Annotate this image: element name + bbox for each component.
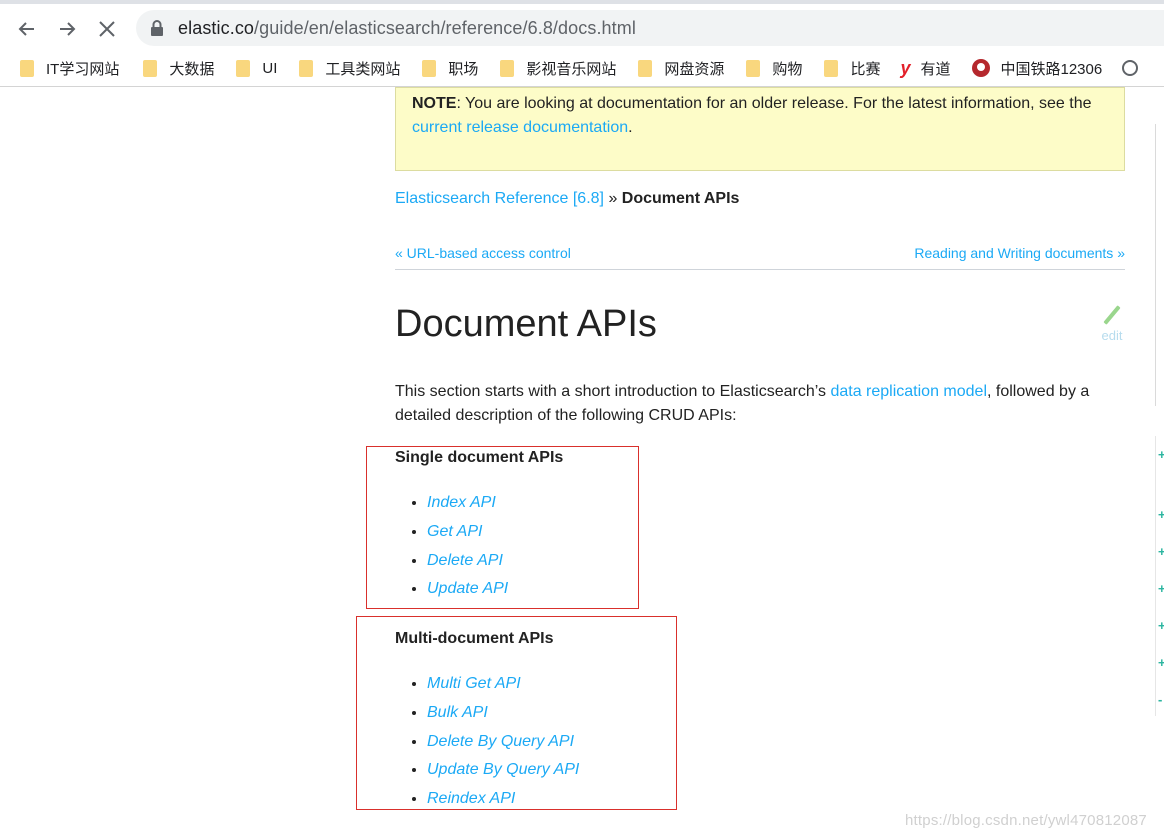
list-item: Delete API [427,547,508,576]
edit-label: edit [1101,328,1123,343]
folder-icon [824,59,839,77]
list-item: Multi Get API [427,670,579,699]
browser-toolbar: elastic.co/guide/en/elasticsearch/refere… [0,0,1164,50]
bookmark-tools[interactable]: 工具类网站 [287,54,410,82]
page-title: Document APIs [395,303,657,345]
bookmark-label: 职场 [448,60,479,78]
intro-paragraph: This section starts with a short introdu… [395,380,1125,428]
folder-icon [500,59,515,77]
url-text: elastic.co/guide/en/elasticsearch/refere… [178,18,636,39]
youdao-icon: y [900,57,911,78]
list-item: Delete By Query API [427,728,579,757]
globe-icon [1122,60,1139,76]
toc-expand-icon[interactable]: + [1158,619,1164,633]
address-bar[interactable]: elastic.co/guide/en/elasticsearch/refere… [136,10,1164,46]
bulk-api-link[interactable]: Bulk API [427,704,488,721]
single-document-list: Index API Get API Delete API Update API [395,489,508,604]
delete-api-link[interactable]: Delete API [427,552,503,569]
bookmark-label: 有道 [920,60,951,78]
list-item: Update API [427,575,508,604]
multi-document-heading: Multi-document APIs [395,630,554,647]
intro-text-before: This section starts with a short introdu… [395,383,831,400]
list-item: Reindex API [427,785,579,814]
bookmark-big-data[interactable]: 大数据 [129,54,224,82]
update-api-link[interactable]: Update API [427,580,508,597]
list-item: Update By Query API [427,756,579,785]
data-replication-link[interactable]: data replication model [830,383,987,400]
folder-icon [236,59,251,77]
back-arrow-icon[interactable] [12,14,42,44]
multi-document-list: Multi Get API Bulk API Delete By Query A… [395,670,579,814]
url-host: elastic.co [178,17,255,38]
url-path: /guide/en/elasticsearch/reference/6.8/do… [254,17,636,38]
watermark: https://blog.csdn.net/ywl470812087 [905,812,1147,829]
folder-icon [299,59,314,77]
bookmark-label: 中国铁路12306 [1000,60,1103,78]
breadcrumb-parent-link[interactable]: Elasticsearch Reference [6.8] [395,190,604,207]
edit-link[interactable]: edit [1098,304,1126,343]
bookmark-label: 影视音乐网站 [526,60,617,78]
bookmark-it-learning[interactable]: IT学习网站 [0,54,129,82]
toc-expand-icon[interactable]: + [1158,582,1164,596]
breadcrumb: Elasticsearch Reference [6.8] » Document… [395,190,739,208]
folder-icon [20,59,34,77]
bookmark-label: 工具类网站 [325,60,401,78]
bookmark-cloud-drive[interactable]: 网盘资源 [626,54,734,82]
right-sidebar-toc [1155,436,1164,716]
bookmark-label: IT学习网站 [46,60,120,78]
bookmark-youdao[interactable]: y 有道 [890,54,960,82]
right-sidebar-panel [1155,124,1164,406]
breadcrumb-current: Document APIs [621,190,740,207]
list-item: Index API [427,489,508,518]
folder-icon [638,59,653,77]
forward-arrow-icon[interactable] [52,14,82,44]
note-end: . [628,119,633,136]
bookmark-label: 大数据 [169,60,215,78]
bookmark-label: 购物 [772,60,803,78]
folder-icon [422,59,437,77]
bookmark-contest[interactable]: 比赛 [812,54,890,82]
reindex-api-link[interactable]: Reindex API [427,790,515,807]
folder-icon [746,59,761,77]
pencil-icon [1103,305,1121,325]
single-document-heading: Single document APIs [395,449,564,466]
stop-loading-icon[interactable] [92,14,122,44]
next-page-link[interactable]: Reading and Writing documents » [914,245,1125,261]
bookmark-career[interactable]: 职场 [410,54,488,82]
older-release-note: NOTE: You are looking at documentation f… [395,87,1125,171]
get-api-link[interactable]: Get API [427,523,482,540]
delete-by-query-api-link[interactable]: Delete By Query API [427,733,574,750]
bookmark-shopping[interactable]: 购物 [734,54,812,82]
bookmark-label: UI [262,59,278,77]
current-release-link[interactable]: current release documentation [412,119,628,136]
bookmark-media[interactable]: 影视音乐网站 [488,54,626,82]
bookmark-label: 比赛 [850,60,881,78]
bookmarks-bar: IT学习网站 大数据 UI 工具类网站 职场 影视音乐网站 网盘资源 购物 比赛… [0,50,1164,87]
bookmark-ui[interactable]: UI [224,54,287,82]
update-by-query-api-link[interactable]: Update By Query API [427,761,579,778]
toc-expand-icon[interactable]: + [1158,545,1164,559]
toc-expand-icon[interactable]: + [1158,508,1164,522]
lock-icon [150,20,164,36]
toc-expand-icon[interactable]: + [1158,448,1164,462]
folder-icon [143,59,158,77]
bookmark-12306[interactable]: 中国铁路12306 [960,54,1112,82]
breadcrumb-separator: » [604,190,622,207]
multi-get-api-link[interactable]: Multi Get API [427,675,521,692]
index-api-link[interactable]: Index API [427,494,496,511]
page-navigation: « URL-based access control Reading and W… [395,243,1125,270]
bookmark-more[interactable] [1112,54,1152,82]
toc-expand-icon[interactable]: + [1158,656,1164,670]
note-text: : You are looking at documentation for a… [456,95,1092,112]
list-item: Bulk API [427,699,579,728]
list-item: Get API [427,518,508,547]
toc-collapse-icon[interactable]: - [1158,693,1164,707]
note-label: NOTE [412,95,457,112]
prev-page-link[interactable]: « URL-based access control [395,245,571,261]
railway-icon [972,59,991,77]
bookmark-label: 网盘资源 [664,60,725,78]
